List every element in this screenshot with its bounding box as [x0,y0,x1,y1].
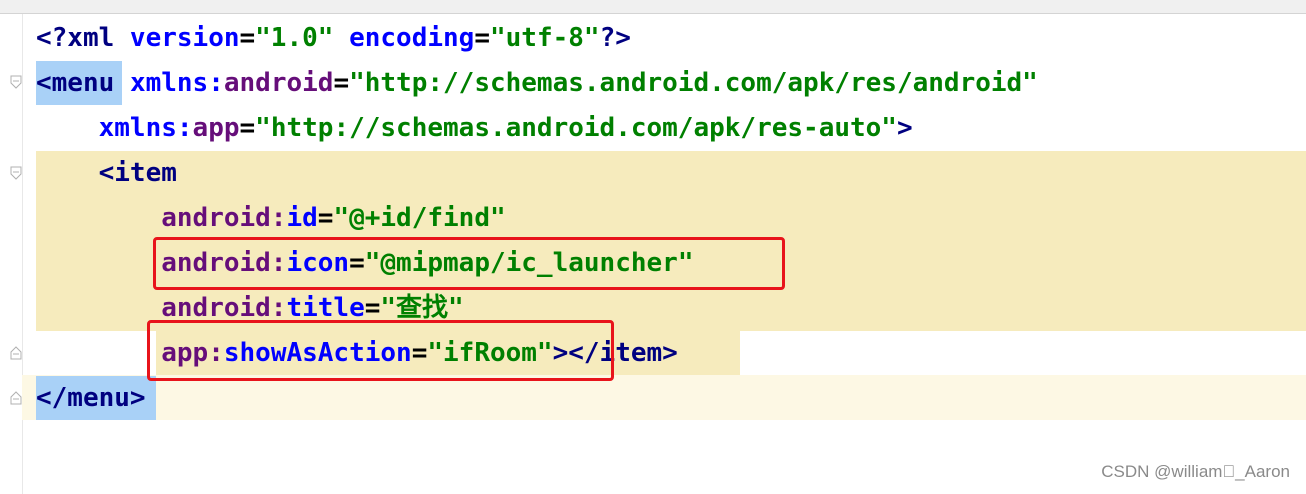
fold-marker-icon[interactable] [10,391,22,405]
code-line-xmlns-app[interactable]: xmlns:app="http://schemas.android.com/ap… [36,106,913,151]
annotation-box-icon [153,237,785,290]
fold-marker-icon[interactable] [10,346,22,360]
code-line-android-id[interactable]: android:id="@+id/find" [36,196,505,241]
watermark: CSDN @william _Aaron [1101,462,1290,481]
annotation-box-show-as-action [147,320,614,381]
code-line-xml-declaration[interactable]: <?xml version="1.0" encoding="utf-8"?> [36,16,631,61]
fold-marker-icon[interactable] [10,75,22,89]
fold-marker-icon[interactable] [10,166,22,180]
code-line-item-open[interactable]: <item [36,151,177,196]
editor-top-bar [0,0,1306,14]
item-block-highlight [36,151,1306,196]
code-line-menu-open[interactable]: <menu xmlns:android="http://schemas.andr… [36,61,1038,106]
code-line-menu-close[interactable]: </menu> [36,376,146,421]
caret-line-highlight [22,375,1306,420]
